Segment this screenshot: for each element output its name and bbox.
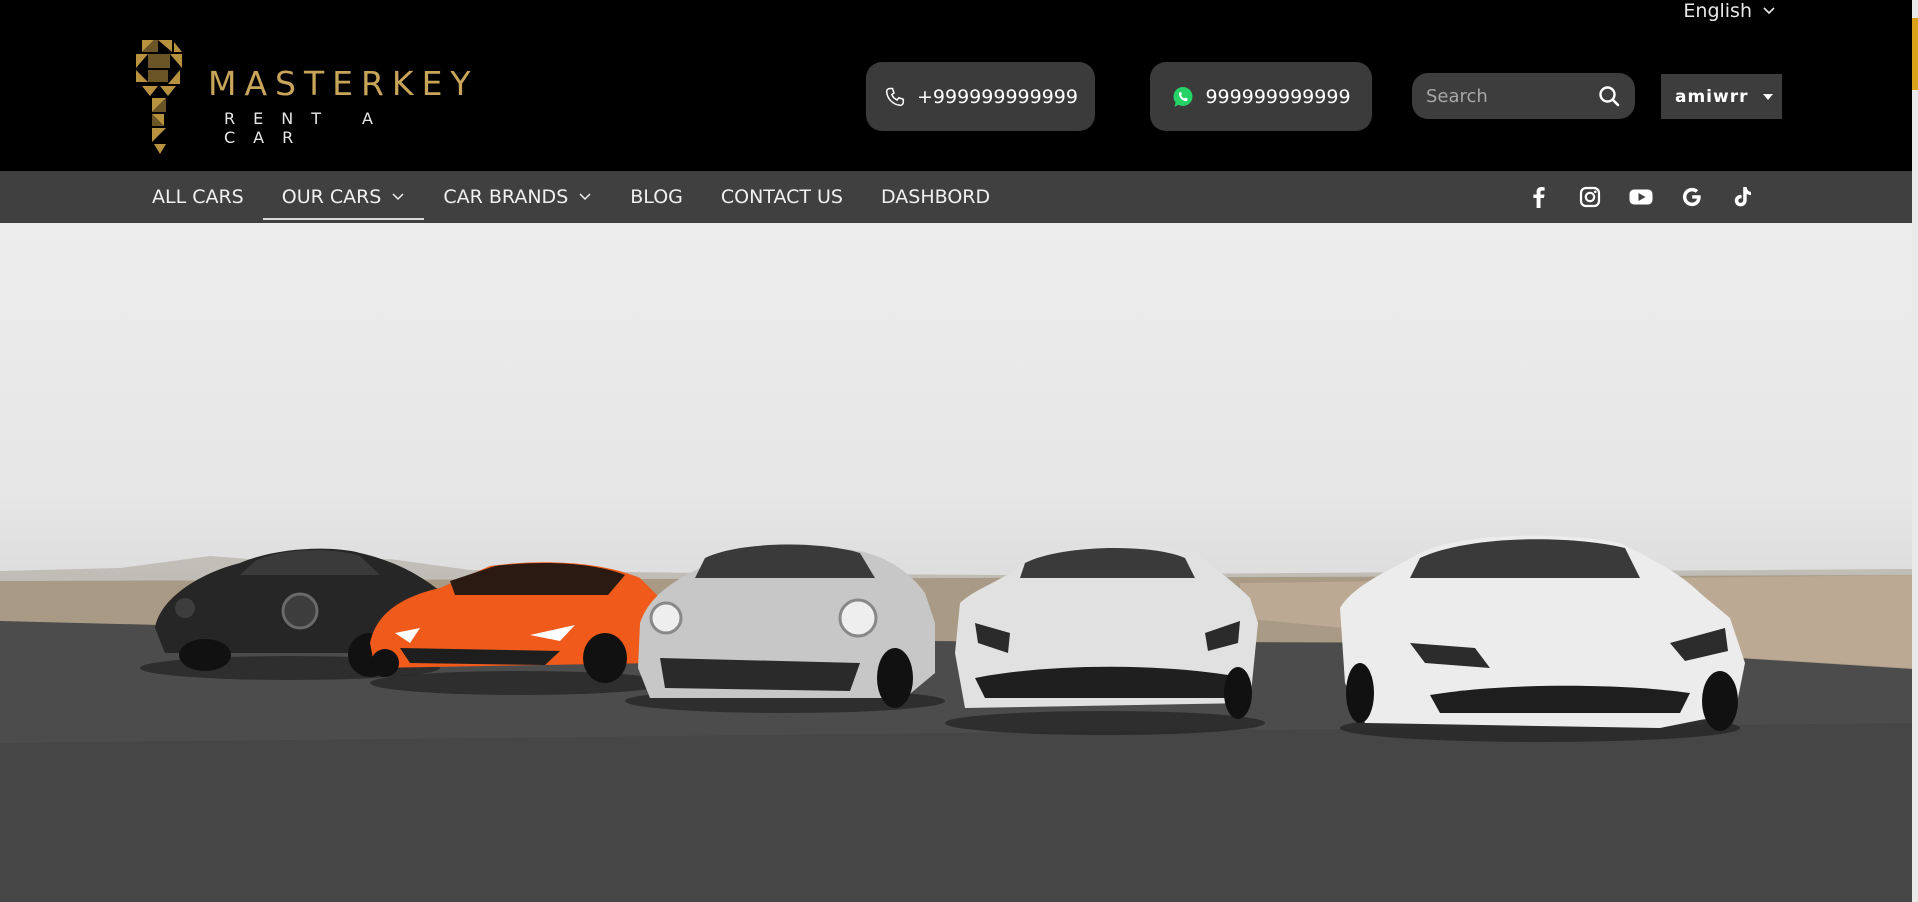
- site-header: English MASTERKEY RENT A CAR +9999999999…: [0, 0, 1912, 171]
- car-grey: [625, 544, 945, 713]
- whatsapp-icon: [1173, 86, 1193, 107]
- social-links: [1526, 171, 1756, 223]
- five-supercars-desert-icon: [0, 535, 1912, 902]
- nav-menu: ALL CARS OUR CARS CAR BRANDS BLOG CONTAC…: [133, 171, 1009, 223]
- search-input[interactable]: [1426, 85, 1576, 107]
- whatsapp-number: 999999999999: [1205, 85, 1351, 108]
- page-scrollbar[interactable]: [1912, 0, 1918, 902]
- nav-item-label: CAR BRANDS: [443, 186, 569, 208]
- phone-icon: [885, 87, 905, 106]
- nav-item-label: ALL CARS: [152, 186, 244, 208]
- whatsapp-button[interactable]: 999999999999: [1150, 62, 1372, 131]
- car-white-mclaren: [1340, 535, 1745, 742]
- scrollbar-thumb[interactable]: [1912, 18, 1918, 90]
- nav-item-dashboard[interactable]: DASHBORD: [862, 171, 1009, 223]
- youtube-icon[interactable]: [1628, 184, 1654, 210]
- site-logo[interactable]: MASTERKEY RENT A CAR: [134, 38, 471, 156]
- nav-item-label: CONTACT US: [720, 186, 843, 208]
- google-icon[interactable]: [1679, 184, 1705, 210]
- instagram-icon[interactable]: [1577, 184, 1603, 210]
- nav-item-contact-us[interactable]: CONTACT US: [702, 171, 862, 223]
- search-box: [1412, 73, 1635, 119]
- key-logo-icon: [136, 40, 182, 154]
- nav-item-car-brands[interactable]: CAR BRANDS: [424, 171, 611, 223]
- logo-tagline: RENT A CAR: [224, 109, 391, 147]
- nav-item-label: DASHBORD: [880, 186, 991, 208]
- nav-item-our-cars[interactable]: OUR CARS: [262, 171, 425, 223]
- nav-item-blog[interactable]: BLOG: [611, 171, 702, 223]
- phone-button[interactable]: +999999999999: [866, 62, 1095, 131]
- chevron-down-icon: [1763, 7, 1775, 15]
- search-icon[interactable]: [1597, 84, 1621, 108]
- hero-banner: [0, 223, 1912, 902]
- language-selector[interactable]: English: [1683, 0, 1776, 22]
- nav-item-all-cars[interactable]: ALL CARS: [133, 171, 263, 223]
- logo-brand: MASTERKEY: [208, 64, 479, 103]
- logo-wordmark: MASTERKEY RENT A CAR: [208, 64, 479, 147]
- chevron-down-icon: [579, 193, 591, 201]
- tiktok-icon[interactable]: [1730, 184, 1756, 210]
- language-label: English: [1683, 0, 1752, 22]
- user-menu-button[interactable]: amiwrr: [1661, 74, 1782, 119]
- nav-item-label: OUR CARS: [281, 186, 382, 208]
- chevron-down-icon: [392, 193, 404, 201]
- nav-item-label: BLOG: [630, 186, 683, 208]
- username: amiwrr: [1675, 86, 1749, 107]
- phone-number: +999999999999: [917, 85, 1078, 108]
- caret-down-icon: [1762, 93, 1773, 100]
- facebook-icon[interactable]: [1526, 184, 1552, 210]
- main-navbar: ALL CARS OUR CARS CAR BRANDS BLOG CONTAC…: [0, 171, 1912, 223]
